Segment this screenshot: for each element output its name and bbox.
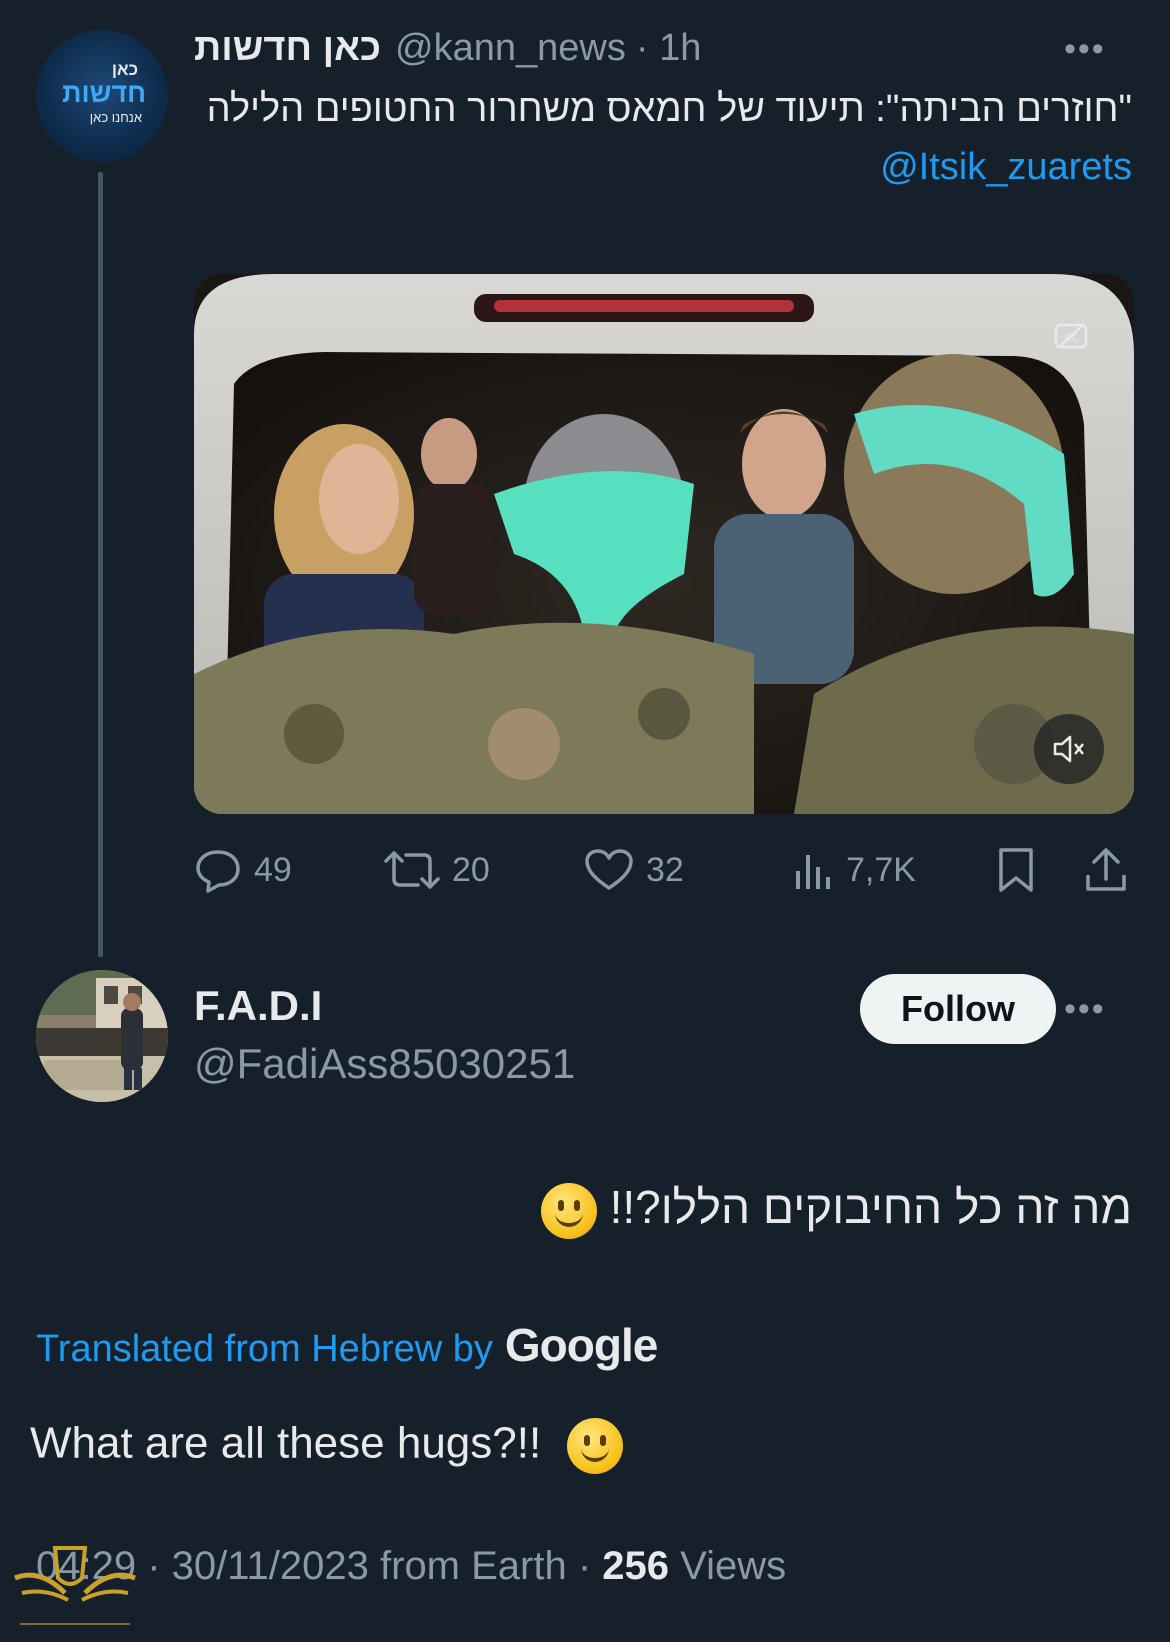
- views-label: Views: [669, 1544, 787, 1588]
- bookmark-icon: [999, 848, 1033, 892]
- forum-watermark-logo: [10, 1538, 140, 1637]
- meta-separator: ·: [136, 1544, 172, 1588]
- tweet-location: from Earth ·: [368, 1544, 603, 1588]
- views-count: 7,7K: [846, 850, 916, 889]
- reply-handle[interactable]: @FadiAss85030251: [194, 1040, 575, 1088]
- translation-body: What are all these hugs?!!: [30, 1418, 542, 1468]
- parent-handle[interactable]: @kann_news: [395, 27, 626, 70]
- tweet-date[interactable]: 30/11/2023: [172, 1544, 369, 1588]
- retweet-icon: [384, 851, 440, 889]
- share-icon: [1086, 848, 1126, 891]
- heart-icon: [585, 849, 633, 890]
- avatar-photo: [36, 970, 168, 1102]
- google-logo: Google: [504, 1319, 658, 1371]
- parent-tweet-body: "חוזרים הביתה": תיעוד של חמאס משחרור החט…: [206, 88, 1132, 130]
- views-chart-icon: [796, 855, 830, 889]
- closed-captions-icon[interactable]: cc: [1054, 322, 1088, 350]
- bookmark-button[interactable]: [996, 838, 1036, 902]
- avatar-logo-line-3: אנחנו כאן: [89, 110, 142, 125]
- views-action[interactable]: 7,7K: [794, 838, 916, 902]
- slightly-smiling-face-icon: [567, 1418, 624, 1474]
- mute-toggle-button[interactable]: [1034, 714, 1104, 784]
- parent-time[interactable]: · 1h: [636, 27, 701, 70]
- avatar-logo-line-2: חדשות: [62, 78, 146, 108]
- parent-tweet-text: "חוזרים הביתה": תיעוד של חמאס משחרור החט…: [194, 80, 1132, 196]
- follow-button[interactable]: Follow: [860, 974, 1056, 1044]
- reply-action[interactable]: 49: [194, 838, 292, 902]
- parent-more-options-icon[interactable]: •••: [1064, 30, 1106, 69]
- parent-display-name[interactable]: כאן חדשות: [194, 27, 381, 70]
- like-action[interactable]: 32: [584, 838, 684, 902]
- slightly-smiling-face-icon: [540, 1182, 597, 1239]
- tweet-view-count: 256: [602, 1544, 670, 1588]
- share-button[interactable]: [1084, 838, 1128, 902]
- reply-icon: [196, 850, 240, 893]
- reply-count: 49: [254, 850, 292, 889]
- thread-connector-line: [98, 172, 103, 957]
- fadi-avatar[interactable]: [36, 970, 168, 1102]
- reply-translation-text: What are all these hugs?!!: [30, 1418, 624, 1474]
- tweet-metadata: 04:29 · 30/11/2023 from Earth · 256 View…: [36, 1544, 786, 1589]
- avatar-logo-line-1: כאן: [111, 60, 138, 79]
- retweet-count: 20: [452, 850, 490, 889]
- reply-hebrew-text: מה זה כל החיבוקים הללו?!!: [609, 1181, 1132, 1233]
- reply-tweet-text: מה זה כל החיבוקים הללו?!!: [540, 1180, 1132, 1239]
- translation-attribution[interactable]: Translated from Hebrew by Google: [36, 1318, 658, 1372]
- kann-news-avatar[interactable]: כאן חדשות אנחנו כאן: [36, 30, 168, 162]
- like-count: 32: [646, 850, 684, 889]
- reply-more-options-icon[interactable]: •••: [1064, 990, 1106, 1029]
- reply-display-name[interactable]: F.A.D.I: [194, 982, 322, 1030]
- translated-from-label: Translated from Hebrew by: [36, 1328, 493, 1370]
- parent-mention-link[interactable]: @Itsik_zuarets: [880, 138, 1132, 196]
- retweet-action[interactable]: 20: [384, 838, 490, 902]
- parent-tweet-header: כאן חדשות @kann_news · 1h: [194, 26, 701, 70]
- video-frame-image: [194, 274, 1134, 814]
- video-player[interactable]: cc: [194, 274, 1134, 814]
- mute-icon: [1053, 735, 1084, 763]
